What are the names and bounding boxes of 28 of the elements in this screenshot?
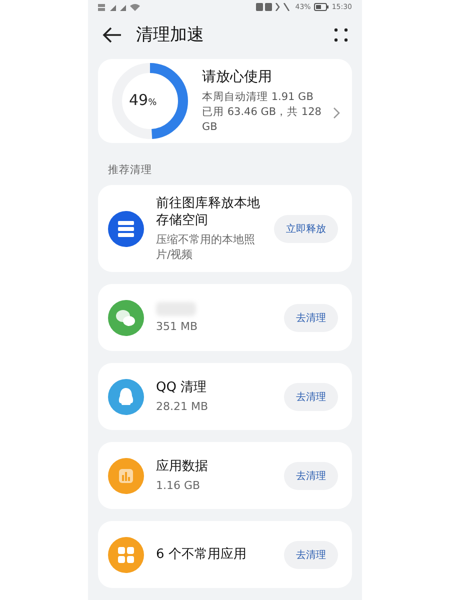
chat-icon (108, 300, 144, 336)
chevron-icon (333, 107, 340, 119)
clean-button[interactable]: 去清理 (284, 462, 338, 490)
page-title: 清理加速 (136, 24, 204, 46)
item-subtitle: 压缩不常用的本地照片/视频 (156, 232, 256, 262)
penguin-icon (108, 378, 144, 414)
apps-icon (108, 536, 144, 572)
clean-button[interactable]: 去清理 (284, 304, 338, 332)
clean-button[interactable]: 去清理 (284, 540, 338, 568)
storage-info: 已用 63.46 GB，共 128 GB (202, 104, 322, 134)
battery-icon (314, 3, 329, 12)
chart-icon (108, 458, 144, 494)
item-subtitle: 1.16 GB (156, 478, 202, 493)
item-title: 应用数据 (156, 458, 209, 475)
item-title: 6 个不常用应用 (156, 546, 248, 563)
storage-icon (108, 210, 144, 246)
item-title: QQ 清理 (156, 379, 208, 396)
item-subtitle: 351 MB (156, 318, 199, 334)
status-icons (256, 3, 292, 12)
storage-info: 本周自动清理 1.91 GB (202, 90, 314, 104)
percent-label: 49% (129, 91, 157, 109)
storage-status: 请放心使用 (202, 68, 273, 86)
storage-card[interactable]: 49% 请放心使用 本周自动清理 1.91 GB 已用 63.46 GB，共 128 GB (98, 59, 352, 143)
item-subtitle: 28.21 MB (156, 399, 210, 414)
clean-button[interactable]: 立即释放 (274, 214, 338, 242)
section-label: 推荐清理 (108, 163, 153, 177)
clean-button[interactable]: 去清理 (284, 382, 338, 410)
item-title: 前往图库释放本地存储空间 (156, 195, 261, 229)
